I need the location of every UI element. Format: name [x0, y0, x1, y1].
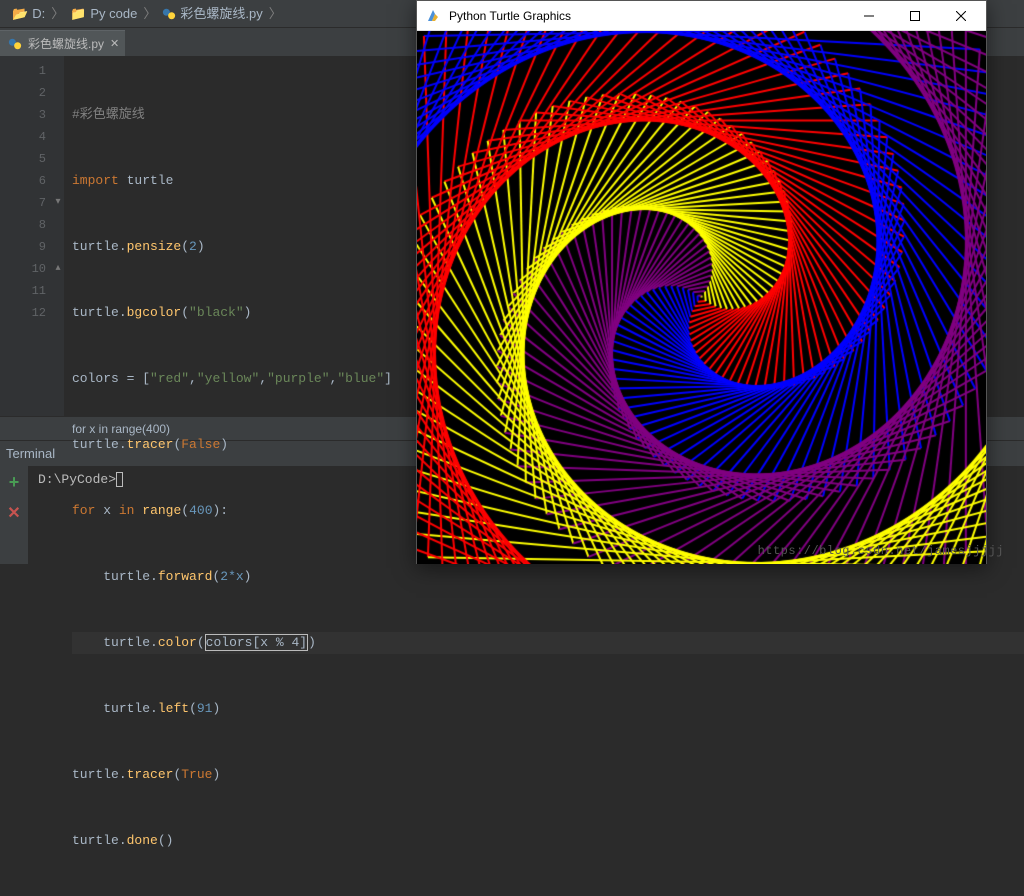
folder-icon: 📁: [70, 0, 86, 28]
window-title-bar[interactable]: Python Turtle Graphics: [417, 1, 986, 31]
close-window-button[interactable]: [938, 1, 984, 31]
breadcrumb-item-folder[interactable]: 📁 Py code: [70, 0, 137, 28]
terminal-toolbar: + ✕: [0, 466, 28, 564]
python-file-icon: [8, 37, 22, 51]
window-title: Python Turtle Graphics: [449, 9, 846, 23]
tab-label: 彩色螺旋线.py: [28, 35, 104, 52]
minimize-icon: [864, 11, 874, 21]
breadcrumb-item-drive[interactable]: 📂 D:: [12, 0, 45, 28]
fold-column[interactable]: ▾ ▴: [52, 56, 64, 416]
watermark: https://blog.csdn.net/jamesjjjjj: [758, 544, 1004, 558]
line-number-gutter: 123 456 789 101112: [0, 56, 52, 416]
drive-icon: 📂: [12, 0, 28, 28]
chevron-right-icon: 〉: [143, 0, 156, 28]
close-icon: [956, 11, 966, 21]
maximize-button[interactable]: [892, 1, 938, 31]
turtle-canvas: [417, 31, 986, 564]
minimize-button[interactable]: [846, 1, 892, 31]
maximize-icon: [910, 11, 920, 21]
chevron-right-icon: 〉: [51, 0, 64, 28]
turtle-window[interactable]: Python Turtle Graphics: [416, 0, 987, 564]
close-icon[interactable]: ✕: [110, 37, 119, 50]
breadcrumb-item-file[interactable]: 彩色螺旋线.py: [162, 0, 262, 28]
close-terminal-button[interactable]: ✕: [7, 503, 20, 523]
add-terminal-button[interactable]: +: [9, 472, 20, 493]
tab-file[interactable]: 彩色螺旋线.py ✕: [0, 30, 125, 56]
chevron-right-icon: 〉: [269, 0, 282, 28]
turtle-app-icon: [425, 8, 441, 24]
python-file-icon: [162, 7, 176, 21]
